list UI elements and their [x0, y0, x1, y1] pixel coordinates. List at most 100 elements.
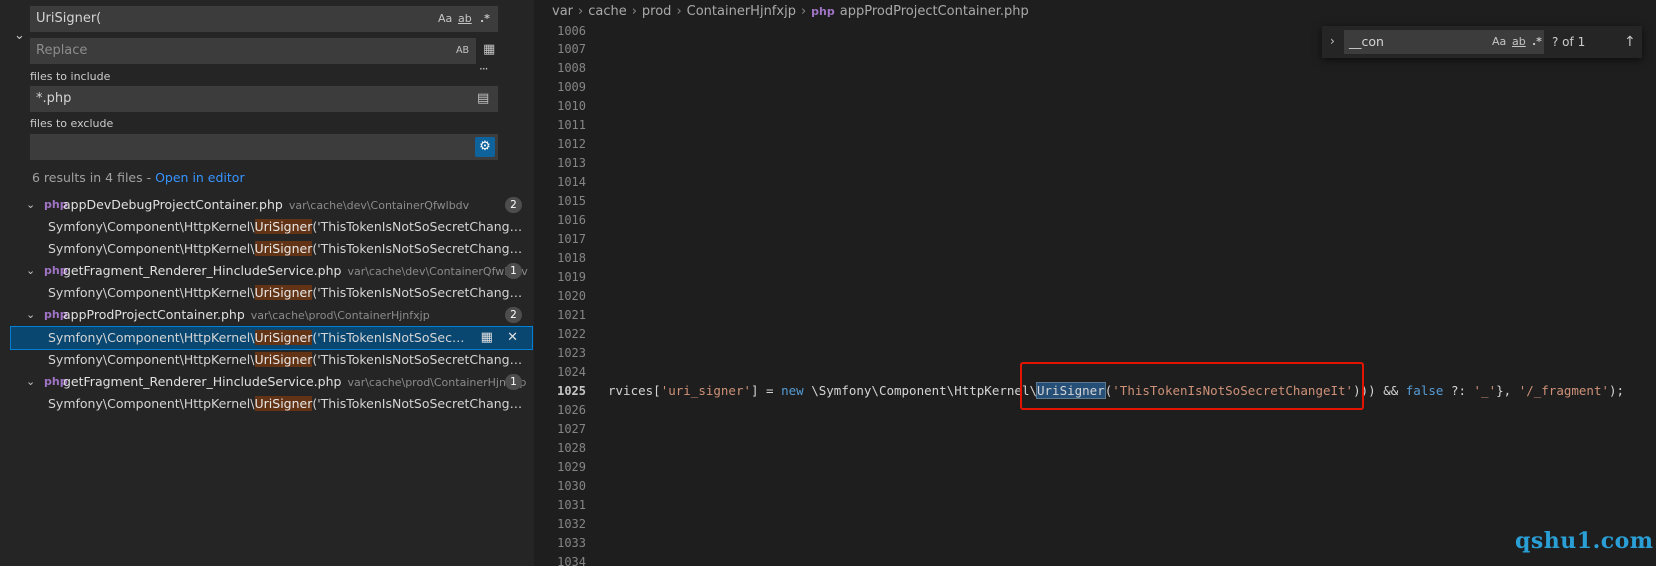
code-editor: var › cache › prod › ContainerHjnfxjp › php appPr…	[534, 0, 1656, 566]
match-case-icon[interactable]: Aa	[438, 6, 452, 32]
line-number: 1012	[557, 137, 586, 151]
result-match-row[interactable]: Symfony\Component\HttpKernel\UriSigner('…	[0, 282, 534, 304]
result-file-row[interactable]: ⌄ php appDevDebugProjectContainer.php var…	[0, 194, 534, 216]
line-number: 1007	[557, 42, 586, 56]
match-case-icon[interactable]: Aa	[1492, 30, 1506, 54]
line-number: 1014	[557, 175, 586, 189]
use-regex-icon[interactable]: .*	[1532, 30, 1542, 54]
chevron-right-icon: ›	[800, 4, 807, 19]
results-count-text: 6 results in 4 files -	[32, 170, 156, 185]
breadcrumb-item[interactable]: appProdProjectContainer.php	[840, 4, 1029, 19]
search-sidebar: ⌄ UriSigner( Aa ab .* Replace AB ▦ ··· f…	[0, 0, 534, 566]
breadcrumb-item[interactable]: cache	[588, 4, 627, 19]
match-whole-word-icon[interactable]: ab	[458, 6, 472, 32]
line-number: 1026	[557, 403, 586, 417]
match-highlight: UriSigner	[254, 285, 313, 300]
result-file-name: getFragment_Renderer_HincludeService.php…	[63, 374, 527, 389]
line-number: 1027	[557, 422, 586, 436]
result-count-badge: 1	[505, 374, 522, 390]
chevron-down-icon[interactable]: ⌄	[26, 304, 35, 326]
php-icon: php	[811, 5, 835, 18]
result-file-row[interactable]: ⌄ php getFragment_Renderer_HincludeServi…	[0, 260, 534, 282]
result-file-row[interactable]: ⌄ php appProdProjectContainer.php var\cac…	[0, 304, 534, 326]
result-count-badge: 2	[505, 307, 522, 323]
result-match-row-selected[interactable]: Symfony\Component\HttpKernel\UriSigner('…	[10, 326, 533, 350]
toggle-replace-chevron-icon[interactable]: ⌄	[14, 28, 25, 43]
line-number: 1006	[557, 24, 586, 38]
match-text: Symfony\Component\HttpKernel\UriSigner('…	[48, 219, 528, 234]
chevron-down-icon[interactable]: ⌄	[26, 260, 35, 282]
use-exclude-settings-gear-icon[interactable]: ⚙	[475, 137, 495, 157]
result-count-badge: 1	[505, 263, 522, 279]
files-to-exclude-input[interactable]: ⚙	[30, 134, 498, 160]
line-number: 1016	[557, 213, 586, 227]
files-to-exclude-label: files to exclude	[30, 117, 114, 130]
match-highlight: UriSigner	[254, 352, 313, 367]
chevron-right-icon: ›	[631, 4, 637, 19]
annotation-red-box	[1020, 362, 1364, 410]
result-match-row[interactable]: Symfony\Component\HttpKernel\UriSigner('…	[0, 238, 534, 260]
result-file-row[interactable]: ⌄ php getFragment_Renderer_HincludeServi…	[0, 371, 534, 393]
match-whole-word-icon[interactable]: ab	[1512, 30, 1526, 54]
match-text: Symfony\Component\HttpKernel\UriSigner('…	[48, 396, 528, 411]
result-match-row[interactable]: Symfony\Component\HttpKernel\UriSigner('…	[0, 349, 534, 371]
replace-icon[interactable]: ▦	[481, 330, 493, 345]
replace-input[interactable]: Replace AB	[30, 38, 476, 64]
breadcrumb: var › cache › prod › ContainerHjnfxjp › php appPr…	[534, 0, 1656, 24]
line-number: 1032	[557, 517, 586, 531]
results-summary: 6 results in 4 files - Open in editor	[32, 170, 245, 185]
line-number: 1029	[557, 460, 586, 474]
replace-placeholder: Replace	[36, 43, 88, 58]
line-number: 1023	[557, 346, 586, 360]
watermark-logo: qshu1.com	[1515, 528, 1654, 554]
result-file-name: getFragment_Renderer_HincludeService.php…	[63, 263, 528, 278]
chevron-right-icon: ›	[578, 4, 584, 19]
result-file-path: var\cache\prod\ContainerHjnfxjp	[250, 309, 430, 322]
match-text: Symfony\Component\HttpKernel\UriSigner('…	[48, 241, 528, 256]
line-number: 1033	[557, 536, 586, 550]
replace-all-icon[interactable]: ▦	[483, 42, 495, 57]
files-to-include-input[interactable]: *.php ▤	[30, 86, 498, 112]
breadcrumb-item[interactable]: prod	[642, 4, 672, 19]
search-query: UriSigner(	[36, 11, 102, 26]
result-match-row[interactable]: Symfony\Component\HttpKernel\UriSigner('…	[0, 393, 534, 415]
chevron-down-icon[interactable]: ⌄	[26, 371, 35, 393]
open-in-editor-link[interactable]: Open in editor	[155, 170, 245, 185]
line-number: 1011	[557, 118, 586, 132]
preserve-case-icon[interactable]: AB	[456, 38, 469, 64]
result-match-row[interactable]: Symfony\Component\HttpKernel\UriSigner('…	[0, 216, 534, 238]
toggle-replace-chevron-right-icon[interactable]: ›	[1330, 34, 1335, 48]
dismiss-close-icon[interactable]: ✕	[507, 330, 518, 345]
line-number: 1020	[557, 289, 586, 303]
line-number: 1008	[557, 61, 586, 75]
more-options-icon[interactable]: ···	[479, 62, 489, 76]
line-number: 1024	[557, 365, 586, 379]
match-highlight: UriSigner	[254, 330, 313, 345]
chevron-right-icon: ›	[676, 4, 682, 19]
line-number: 1015	[557, 194, 586, 208]
result-file-path: var\cache\dev\ContainerQfwlbdv	[347, 265, 528, 278]
use-regex-icon[interactable]: .*	[480, 6, 490, 32]
find-match-count: ? of 1	[1552, 35, 1586, 49]
match-highlight: UriSigner	[254, 219, 313, 234]
line-number: 1028	[557, 441, 586, 455]
line-number: 1013	[557, 156, 586, 170]
line-number: 1021	[557, 308, 586, 322]
book-icon[interactable]: ▤	[477, 86, 489, 112]
previous-match-arrow-up-icon[interactable]: ↑	[1624, 30, 1636, 54]
breadcrumb-item[interactable]: var	[552, 4, 573, 19]
line-number: 1031	[557, 498, 586, 512]
match-text: Symfony\Component\HttpKernel\UriSigner('…	[48, 285, 528, 300]
line-number: 1022	[557, 327, 586, 341]
search-input[interactable]: UriSigner( Aa ab .*	[30, 6, 498, 32]
result-file-name: appProdProjectContainer.php var\cache\pro…	[63, 307, 430, 322]
result-file-path: var\cache\prod\ContainerHjnfxjp	[347, 376, 527, 389]
line-number: 1009	[557, 80, 586, 94]
result-file-name: appDevDebugProjectContainer.php var\cache…	[63, 197, 470, 212]
breadcrumb-item[interactable]: ContainerHjnfxjp	[687, 4, 796, 19]
row-actions: ▦ ✕	[481, 327, 518, 349]
line-number: 1019	[557, 270, 586, 284]
chevron-down-icon[interactable]: ⌄	[26, 194, 35, 216]
find-widget: › __con Aa ab .* ? of 1 ↑	[1322, 26, 1642, 58]
line-number: 1010	[557, 99, 586, 113]
